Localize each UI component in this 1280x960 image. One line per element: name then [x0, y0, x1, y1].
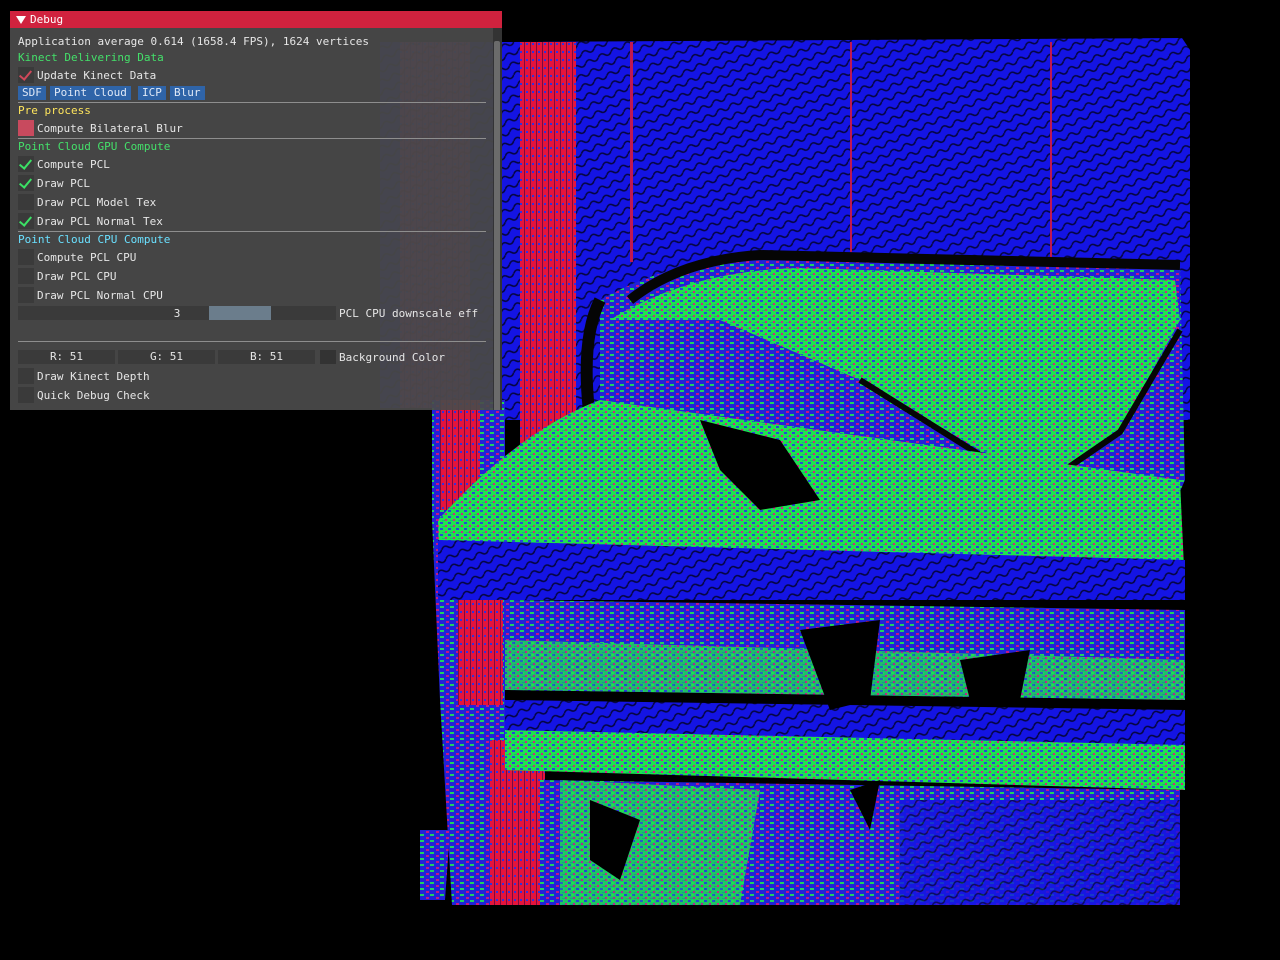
checkbox-label: Draw PCL Normal CPU	[37, 289, 163, 302]
tab-icp[interactable]: ICP	[138, 86, 166, 100]
fps-line: Application average 0.614 (1658.4 FPS), …	[18, 35, 369, 48]
checkbox-label: Draw PCL Model Tex	[37, 196, 157, 209]
gpu-compute-header: Point Cloud GPU Compute	[18, 140, 171, 153]
tab-point-cloud[interactable]: Point Cloud	[50, 86, 131, 100]
checkbox-box[interactable]	[18, 387, 34, 403]
checkmark-icon[interactable]	[18, 67, 34, 83]
slider-value: 3	[173, 307, 181, 320]
checkbox-label: Compute PCL CPU	[37, 251, 137, 264]
checkbox-label: Update Kinect Data	[37, 69, 157, 82]
checkbox-label: Draw PCL	[37, 177, 90, 190]
separator	[18, 102, 486, 103]
color-g-field[interactable]: G: 51	[118, 350, 215, 364]
color-r-field[interactable]: R: 51	[18, 350, 115, 364]
checkbox-label: Compute PCL	[37, 158, 110, 171]
checkbox-label: Draw PCL Normal Tex	[37, 215, 163, 228]
pre-process-header: Pre process	[18, 104, 91, 117]
window-title: Debug	[30, 13, 64, 26]
checkbox-label: Compute Bilateral Blur	[37, 122, 183, 135]
checkbox-box[interactable]	[18, 287, 34, 303]
debug-window-title-bar[interactable]: Debug	[10, 11, 502, 28]
tab-blur[interactable]: Blur	[170, 86, 205, 100]
debug-window[interactable]: Debug Application average 0.614 (1658.4 …	[10, 11, 502, 410]
collapse-arrow-icon[interactable]	[16, 16, 26, 24]
checkbox-box[interactable]	[18, 120, 34, 136]
checkbox-label: Quick Debug Check	[37, 389, 150, 402]
kinect-status: Kinect Delivering Data	[18, 51, 164, 64]
checkbox-label: Draw PCL CPU	[37, 270, 117, 283]
separator	[18, 341, 486, 342]
checkbox-label: Draw Kinect Depth	[37, 370, 150, 383]
color-swatch[interactable]	[320, 350, 336, 364]
separator	[18, 138, 486, 139]
checkbox-box[interactable]	[18, 249, 34, 265]
checkmark-icon[interactable]	[18, 156, 34, 172]
checkbox-box[interactable]	[18, 194, 34, 210]
checkbox-box[interactable]	[18, 268, 34, 284]
color-b-field[interactable]: B: 51	[218, 350, 315, 364]
checkmark-icon[interactable]	[18, 213, 34, 229]
debug-window-content: Application average 0.614 (1658.4 FPS), …	[10, 28, 492, 410]
background-color-label: Background Color	[339, 351, 445, 364]
cpu-compute-header: Point Cloud CPU Compute	[18, 233, 171, 246]
separator	[18, 231, 486, 232]
tab-sdf[interactable]: SDF	[18, 86, 46, 100]
downscale-label: PCL CPU downscale eff	[339, 307, 479, 320]
checkmark-icon[interactable]	[18, 175, 34, 191]
checkbox-box[interactable]	[18, 368, 34, 384]
pcl-cpu-downscale-slider[interactable]: 3	[18, 306, 336, 320]
scrollbar-thumb[interactable]	[494, 41, 500, 410]
